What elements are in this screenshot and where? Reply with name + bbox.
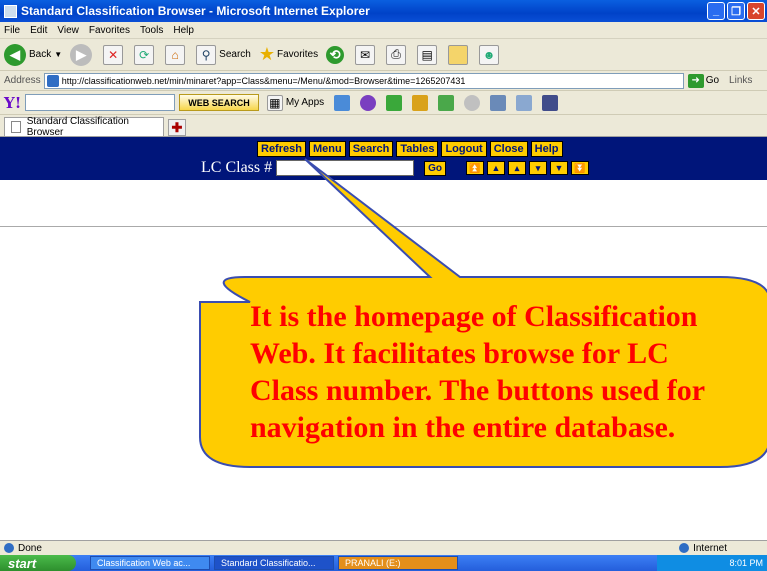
forward-arrow-icon: ▶ [70, 43, 93, 66]
close-button[interactable]: ✕ [747, 2, 765, 20]
edit-button[interactable]: ▤ [417, 44, 440, 65]
tab-bar: Standard Classification Browser ✚ [0, 115, 767, 138]
status-text: Done [18, 542, 42, 554]
back-label: Back [29, 49, 52, 60]
print-button[interactable]: ⎙ [386, 44, 409, 65]
mobile-icon[interactable] [542, 94, 559, 111]
chevron-down-icon: ▼ [54, 50, 63, 59]
home-button[interactable]: ⌂ [165, 44, 188, 65]
address-bar: Address http://classificationweb.net/min… [0, 71, 767, 91]
tab-standard-classification-browser[interactable]: Standard Classification Browser [4, 116, 164, 138]
edit-icon: ▤ [417, 44, 438, 65]
favorites-button[interactable]: ★ Favorites [259, 44, 318, 65]
system-tray: 8:01 PM [657, 555, 767, 571]
address-url: http://classificationweb.net/min/minaret… [61, 75, 466, 86]
my-yahoo-icon[interactable] [360, 94, 377, 111]
standard-toolbar: ◀ Back ▼ ▶ ✕ ⟳ ⌂ ⚲ Search ★ Favorites ⟲ … [0, 39, 767, 71]
internet-globe-icon [679, 543, 690, 553]
bookmark-icon[interactable] [438, 94, 455, 111]
history-button[interactable]: ⟲ [326, 45, 347, 64]
favorites-label: Favorites [276, 49, 319, 60]
status-bar: Done Internet [0, 540, 767, 555]
yahoo-toolbar: Y! WEB SEARCH ▦ My Apps [0, 91, 767, 115]
menu-view[interactable]: View [57, 25, 79, 36]
printer-icon: ⎙ [386, 44, 407, 65]
callout-text: It is the homepage of Classification Web… [250, 300, 705, 444]
search-button[interactable]: ⚲ Search [196, 44, 251, 65]
search-icon: ⚲ [196, 44, 217, 65]
window-title: Standard Classification Browser - Micros… [21, 4, 370, 18]
address-input[interactable]: http://classificationweb.net/min/minaret… [43, 72, 684, 89]
start-button[interactable]: start [0, 555, 76, 571]
address-go-button[interactable]: ➜ Go [687, 73, 720, 88]
menu-file[interactable]: File [4, 25, 20, 36]
clock: 8:01 PM [729, 558, 763, 568]
ie-icon [4, 4, 17, 18]
home-icon: ⌂ [165, 44, 186, 65]
answers-icon[interactable] [516, 94, 533, 111]
title-bar: Standard Classification Browser - Micros… [0, 0, 767, 22]
windows-taskbar: start Classification Web ac... Standard … [0, 555, 767, 571]
page-content: Refresh Menu Search Tables Logout Close … [0, 137, 767, 540]
menu-help[interactable]: Help [173, 25, 194, 36]
refresh-icon: ⟳ [134, 44, 155, 65]
stop-icon: ✕ [103, 44, 124, 65]
links-button[interactable]: Links [729, 75, 752, 86]
messenger-button[interactable]: ☻ [479, 44, 502, 65]
task-standard-classification[interactable]: Standard Classificatio... [214, 556, 334, 570]
finance-icon[interactable] [412, 94, 429, 111]
yahoo-search-input[interactable] [25, 94, 176, 111]
page-done-icon [4, 543, 14, 553]
mail-icon: ✉ [355, 44, 376, 65]
new-tab-button[interactable]: ✚ [168, 119, 186, 136]
calendar-icon[interactable] [490, 94, 507, 111]
minimize-button[interactable]: _ [707, 2, 725, 20]
address-go-label: Go [705, 75, 720, 86]
people-icon: ☻ [479, 44, 500, 65]
mail-icon[interactable] [334, 94, 351, 111]
menu-bar: File Edit View Favorites Tools Help [0, 22, 767, 39]
history-icon: ⟲ [326, 45, 345, 64]
forward-button[interactable]: ▶ [70, 43, 95, 66]
document-icon [11, 121, 21, 133]
menu-edit[interactable]: Edit [30, 25, 47, 36]
star-icon: ★ [258, 44, 275, 64]
page-icon [46, 74, 59, 87]
maximize-button[interactable]: ❐ [727, 2, 745, 20]
apps-icon: ▦ [266, 94, 283, 111]
messenger-icon[interactable] [464, 94, 481, 111]
folder-button[interactable] [448, 44, 471, 65]
address-label: Address [4, 75, 41, 86]
task-pranali-drive[interactable]: PRANALI (E:) [338, 556, 458, 570]
folder-icon [448, 44, 469, 65]
my-apps-button[interactable]: ▦ My Apps [266, 94, 325, 111]
yahoo-logo[interactable]: Y! [4, 94, 21, 112]
zone-label: Internet [693, 542, 727, 554]
search-label: Search [219, 49, 251, 60]
go-arrow-icon: ➜ [687, 73, 704, 88]
games-icon[interactable] [386, 94, 403, 111]
my-apps-label: My Apps [285, 97, 325, 108]
web-search-button[interactable]: WEB SEARCH [179, 94, 259, 111]
mail-button[interactable]: ✉ [355, 44, 378, 65]
task-classification-web[interactable]: Classification Web ac... [90, 556, 210, 570]
menu-tools[interactable]: Tools [140, 25, 163, 36]
menu-favorites[interactable]: Favorites [89, 25, 130, 36]
back-button[interactable]: ◀ Back ▼ [4, 43, 63, 66]
tab-label: Standard Classification Browser [26, 116, 129, 138]
start-label: start [8, 555, 37, 571]
security-zone: Internet [679, 543, 727, 554]
stop-button[interactable]: ✕ [103, 44, 126, 65]
back-arrow-icon: ◀ [4, 43, 26, 66]
refresh-button[interactable]: ⟳ [134, 44, 157, 65]
